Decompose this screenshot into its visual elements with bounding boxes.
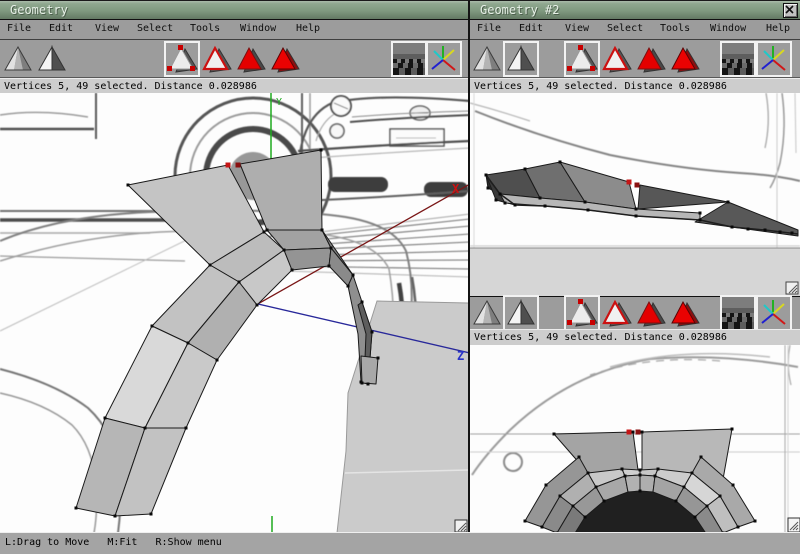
menu-item-tools[interactable]: Tools: [660, 23, 690, 34]
vertex-select-icon[interactable]: [566, 43, 598, 75]
body-select-icon[interactable]: [268, 43, 300, 75]
edge-select-icon[interactable]: [600, 297, 632, 329]
menu-item-file[interactable]: File: [477, 23, 501, 34]
flat-mode-icon[interactable]: [505, 297, 537, 329]
selected-vertex: [635, 183, 640, 188]
shaded-mode-icon[interactable]: [471, 43, 503, 75]
shaded-mode-icon[interactable]: [471, 297, 503, 329]
close-icon: [784, 4, 795, 15]
ground-plane: [470, 248, 800, 296]
flat-mode-icon[interactable]: [505, 43, 537, 75]
face-select-icon[interactable]: [634, 297, 666, 329]
body-select-icon[interactable]: [668, 297, 700, 329]
selected-vertex: [627, 180, 632, 185]
menu-bar: File Edit View Select Tools Window Help: [0, 20, 468, 40]
toolbar: [470, 296, 800, 330]
window-title: Geometry: [10, 3, 68, 17]
axis-label-x: X: [452, 182, 460, 196]
vertex-select-icon[interactable]: [566, 297, 598, 329]
menu-item-help[interactable]: Help: [296, 23, 320, 34]
selected-vertex: [627, 430, 632, 435]
ground-plane-icon[interactable]: [393, 43, 425, 75]
toolbar: [0, 40, 468, 78]
menu-item-view[interactable]: View: [95, 23, 119, 34]
menu-item-window[interactable]: Window: [710, 23, 746, 34]
window-geometry: Geometry File Edit View Select Tools Win…: [0, 0, 468, 533]
menu-item-view[interactable]: View: [565, 23, 589, 34]
axis-label-z: Z: [457, 349, 464, 363]
body-select-icon[interactable]: [668, 43, 700, 75]
vertex-select-icon[interactable]: [166, 43, 198, 75]
face-select-icon[interactable]: [634, 43, 666, 75]
status-bar: L:Drag to Move M:Fit R:Show menu: [0, 532, 800, 554]
axes-icon[interactable]: [758, 297, 790, 329]
menu-item-select[interactable]: Select: [137, 23, 173, 34]
menu-item-tools[interactable]: Tools: [190, 23, 220, 34]
viewport-front[interactable]: [470, 345, 800, 533]
ground-plane: [337, 301, 468, 533]
title-bar[interactable]: Geometry: [0, 1, 468, 20]
edge-select-icon[interactable]: [200, 43, 232, 75]
resize-grip[interactable]: [455, 520, 467, 532]
window-title: Geometry #2: [480, 3, 559, 17]
window-geometry-2: Geometry #2 File Edit View Select Tools …: [470, 0, 800, 533]
selected-vertex: [636, 430, 641, 435]
shaded-mode-icon[interactable]: [2, 43, 34, 75]
resize-grip[interactable]: [788, 518, 800, 532]
viewport-side[interactable]: [470, 93, 800, 296]
flat-mode-icon[interactable]: [36, 43, 68, 75]
menu-bar: File Edit View Select Tools Window Help: [470, 20, 800, 40]
menu-item-help[interactable]: Help: [766, 23, 790, 34]
ground-plane-icon[interactable]: [722, 297, 754, 329]
menu-item-file[interactable]: File: [7, 23, 31, 34]
edge-select-icon[interactable]: [600, 43, 632, 75]
toolbar: [470, 40, 800, 78]
mesh[interactable]: [76, 150, 378, 516]
axes-icon[interactable]: [758, 43, 790, 75]
resize-grip[interactable]: [786, 282, 798, 294]
close-button[interactable]: [783, 3, 798, 18]
selected-vertex: [236, 163, 241, 168]
menu-item-window[interactable]: Window: [240, 23, 276, 34]
axes-icon[interactable]: [428, 43, 460, 75]
ground-plane-icon[interactable]: [722, 43, 754, 75]
axis-label-y: Y: [276, 97, 282, 108]
info-line: Vertices 5, 49 selected. Distance 0.0289…: [470, 329, 800, 346]
face-select-icon[interactable]: [234, 43, 266, 75]
menu-item-edit[interactable]: Edit: [49, 23, 73, 34]
title-bar[interactable]: Geometry #2: [470, 1, 800, 20]
selected-vertex: [226, 163, 231, 168]
menu-item-select[interactable]: Select: [607, 23, 643, 34]
viewport-perspective[interactable]: Y X Z: [0, 93, 468, 533]
menu-item-edit[interactable]: Edit: [519, 23, 543, 34]
